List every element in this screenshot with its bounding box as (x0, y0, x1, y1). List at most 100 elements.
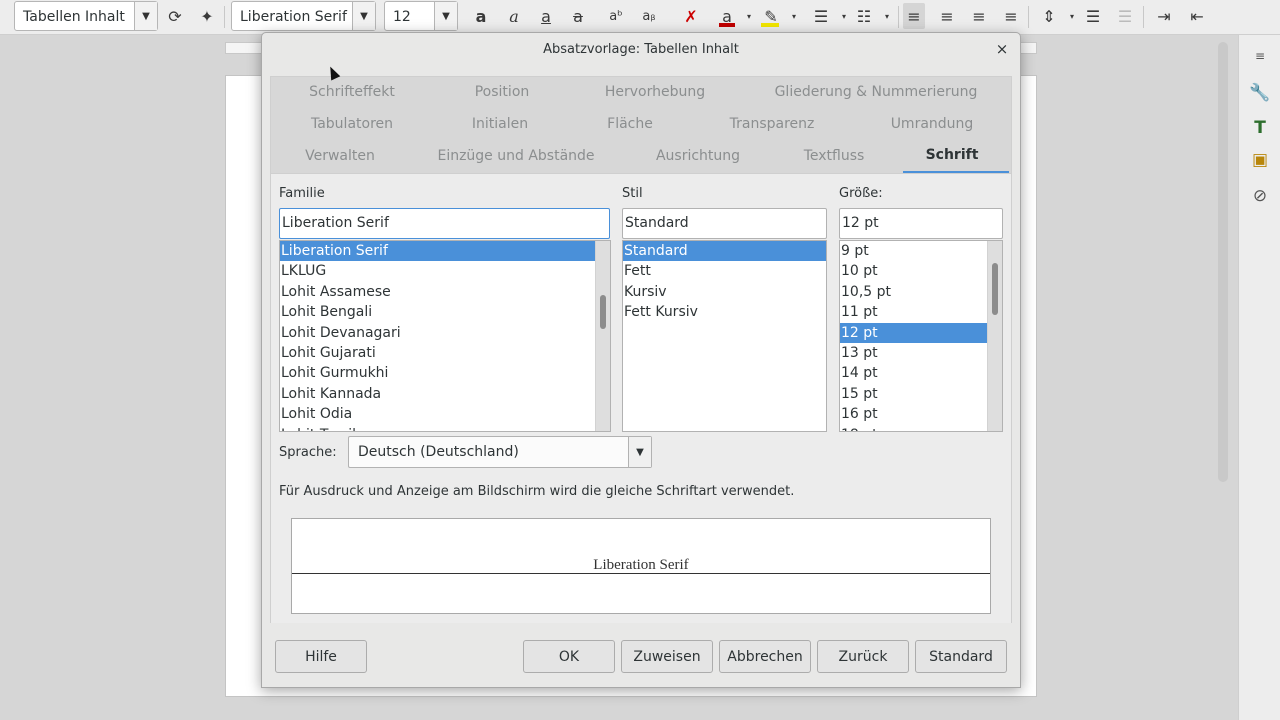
chevron-down-icon[interactable]: ▼ (352, 2, 375, 30)
family-input[interactable]: Liberation Serif (279, 208, 610, 239)
family-list-item[interactable]: Lohit Tamil (280, 425, 610, 431)
cancel-button[interactable]: Abbrechen (719, 640, 811, 673)
family-list-item[interactable]: Lohit Kannada (280, 384, 610, 404)
strikethrough-icon[interactable]: a (567, 5, 589, 27)
sidebar-menu-icon[interactable]: ≡ (1248, 44, 1272, 68)
style-list-item[interactable]: Fett Kursiv (623, 302, 826, 322)
style-list-item[interactable]: Fett (623, 261, 826, 281)
size-list-item[interactable]: 11 pt (840, 302, 1002, 322)
size-listbox[interactable]: 9 pt 10 pt 10,5 pt 11 pt 12 pt 13 pt 14 pt 15 p… (839, 240, 1003, 432)
underline-icon[interactable]: a (535, 5, 557, 27)
tab-drop-caps[interactable]: Initialen (472, 116, 528, 132)
properties-icon[interactable]: 🔧 (1248, 81, 1272, 105)
new-style-icon[interactable]: ✦ (196, 5, 218, 27)
chevron-down-icon[interactable]: ▼ (628, 437, 651, 467)
size-list-item[interactable]: 16 pt (840, 404, 1002, 424)
size-list-item[interactable]: 10 pt (840, 261, 1002, 281)
tab-organizer[interactable]: Verwalten (305, 148, 375, 164)
family-list-item[interactable]: LKLUG (280, 261, 610, 281)
paragraph-style-combo[interactable]: Tabellen Inhalt ▼ (14, 1, 158, 31)
increase-paragraph-spacing-icon[interactable]: ☰ (1082, 5, 1104, 27)
language-combo[interactable]: Deutsch (Deutschland) ▼ (348, 436, 652, 468)
clear-formatting-icon[interactable]: ✗ (680, 5, 702, 27)
size-input[interactable]: 12 pt (839, 208, 1003, 239)
line-spacing-icon[interactable]: ⇕ (1038, 5, 1060, 27)
update-style-icon[interactable]: ⟳ (164, 5, 186, 27)
family-list-item[interactable]: Lohit Odia (280, 404, 610, 424)
tab-tabs[interactable]: Tabulatoren (311, 116, 393, 132)
standard-button[interactable]: Standard (915, 640, 1007, 673)
size-list-item[interactable]: 14 pt (840, 363, 1002, 383)
size-list-item[interactable]: 9 pt (840, 241, 1002, 261)
highlight-color-icon[interactable]: ✎ (760, 5, 782, 27)
align-center-icon[interactable]: ≡ (936, 5, 958, 27)
tab-font[interactable]: Schrift (926, 147, 979, 163)
family-list-item[interactable]: Liberation Serif (280, 241, 610, 262)
size-list-item[interactable]: 18 pt (840, 425, 1002, 431)
close-icon[interactable]: × (992, 40, 1012, 60)
bold-icon[interactable]: a (470, 5, 492, 27)
bullet-list-icon[interactable]: ☰ (810, 5, 832, 27)
navigator-icon[interactable]: ⊘ (1248, 184, 1272, 208)
chevron-down-icon[interactable]: ▾ (833, 5, 855, 27)
tab-highlighting[interactable]: Hervorhebung (605, 84, 705, 100)
chevron-down-icon[interactable]: ▼ (134, 2, 157, 30)
numbered-list-icon[interactable]: ☷ (853, 5, 875, 27)
style-listbox[interactable]: Standard Fett Kursiv Fett Kursiv (622, 240, 827, 432)
chevron-down-icon[interactable]: ▾ (738, 5, 760, 27)
family-list-item[interactable]: Lohit Gurmukhi (280, 363, 610, 383)
family-list-scroll-thumb[interactable] (600, 295, 606, 329)
size-list-item[interactable]: 10,5 pt (840, 282, 1002, 302)
family-list-item[interactable]: Lohit Assamese (280, 282, 610, 302)
help-button[interactable]: Hilfe (275, 640, 367, 673)
chevron-down-icon[interactable]: ▾ (1061, 5, 1083, 27)
style-input[interactable]: Standard (622, 208, 827, 239)
decrease-paragraph-spacing-icon[interactable]: ☰ (1114, 5, 1136, 27)
toolbar-separator (1028, 6, 1029, 28)
tab-outline-numbering[interactable]: Gliederung & Nummerierung (775, 84, 978, 100)
family-list-item[interactable]: Lohit Gujarati (280, 343, 610, 363)
align-left-icon[interactable]: ≡ (903, 3, 925, 29)
increase-indent-icon[interactable]: ⇥ (1153, 5, 1175, 27)
family-list-item[interactable]: Lohit Bengali (280, 302, 610, 322)
font-name-value: Liberation Serif (240, 9, 347, 25)
document-scrollbar[interactable] (1218, 42, 1228, 482)
paragraph-style-value: Tabellen Inhalt (23, 9, 125, 25)
tab-area[interactable]: Fläche (607, 116, 653, 132)
font-color-icon[interactable]: a (716, 5, 738, 27)
apply-button[interactable]: Zuweisen (621, 640, 713, 673)
size-list-scroll-thumb[interactable] (992, 263, 998, 315)
font-size-combo[interactable]: 12 ▼ (384, 1, 458, 31)
italic-icon[interactable]: a (503, 5, 525, 27)
style-list-item[interactable]: Kursiv (623, 282, 826, 302)
tab-alignment[interactable]: Ausrichtung (656, 148, 740, 164)
family-list-scrollbar[interactable] (595, 241, 610, 431)
gallery-icon[interactable]: ▣ (1248, 148, 1272, 172)
styles-icon[interactable]: T (1248, 116, 1272, 140)
tab-transparency[interactable]: Transparenz (730, 116, 815, 132)
language-label: Sprache: (279, 445, 337, 460)
tab-position[interactable]: Position (475, 84, 530, 100)
ok-button[interactable]: OK (523, 640, 615, 673)
family-listbox[interactable]: Liberation Serif LKLUG Lohit Assamese Lohit… (279, 240, 611, 432)
font-name-combo[interactable]: Liberation Serif ▼ (231, 1, 376, 31)
family-list-item[interactable]: Lohit Devanagari (280, 323, 610, 343)
chevron-down-icon[interactable]: ▼ (434, 2, 457, 30)
tab-font-effects[interactable]: Schrifteffekt (309, 84, 395, 100)
decrease-indent-icon[interactable]: ⇤ (1186, 5, 1208, 27)
chevron-down-icon[interactable]: ▾ (876, 5, 898, 27)
superscript-icon[interactable]: aᵇ (605, 5, 627, 27)
tab-borders[interactable]: Umrandung (891, 116, 974, 132)
size-list-item[interactable]: 15 pt (840, 384, 1002, 404)
tab-indents-spacing[interactable]: Einzüge und Abstände (437, 148, 594, 164)
align-right-icon[interactable]: ≡ (968, 5, 990, 27)
size-list-item[interactable]: 12 pt (840, 322, 1002, 343)
tab-text-flow[interactable]: Textfluss (804, 148, 865, 164)
size-list-scrollbar[interactable] (987, 241, 1002, 431)
size-list-item[interactable]: 13 pt (840, 343, 1002, 363)
reset-button[interactable]: Zurück (817, 640, 909, 673)
style-list-item[interactable]: Standard (623, 241, 826, 262)
chevron-down-icon[interactable]: ▾ (783, 5, 805, 27)
subscript-icon[interactable]: aᵦ (638, 5, 660, 27)
justify-icon[interactable]: ≡ (1000, 5, 1022, 27)
